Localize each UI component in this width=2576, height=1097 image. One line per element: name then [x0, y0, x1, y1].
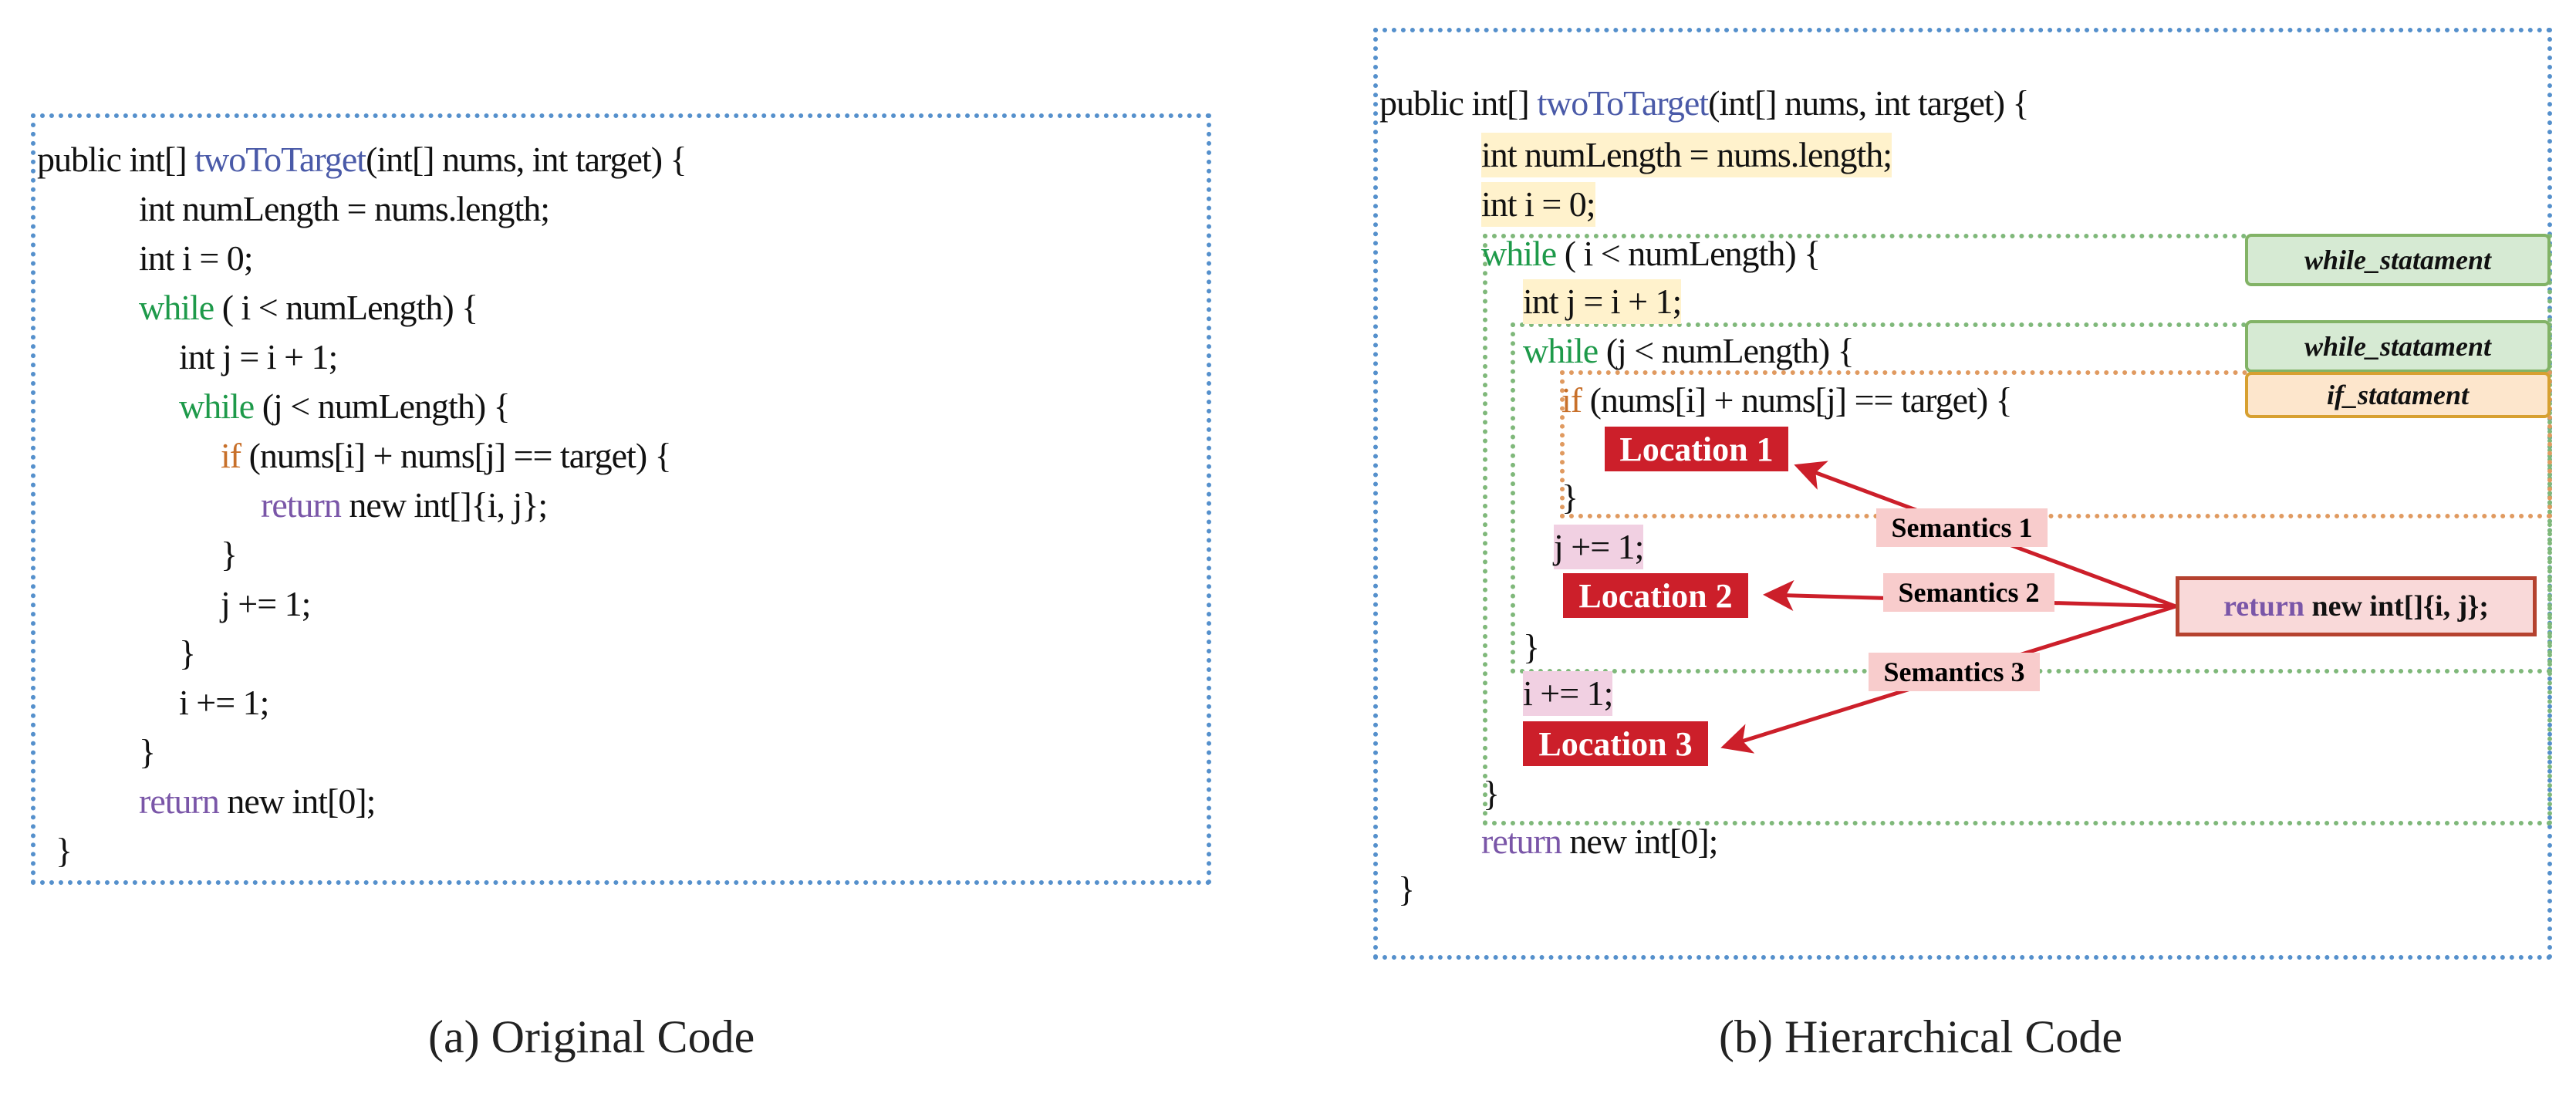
- semantics-1-label: Semantics 1: [1876, 508, 2048, 547]
- inserted-return-statement: return new int[]{i, j};: [2176, 576, 2537, 636]
- semantics-3-label: Semantics 3: [1869, 653, 2040, 691]
- semantics-2-label: Semantics 2: [1883, 573, 2054, 612]
- location-1-marker: Location 1: [1605, 427, 1788, 471]
- hierarchical-code-caption: (b) Hierarchical Code: [1719, 1011, 2123, 1062]
- return-keyword: return: [2223, 590, 2304, 623]
- location-3-marker: Location 3: [1523, 721, 1708, 766]
- location-2-marker: Location 2: [1563, 573, 1748, 618]
- return-statement-rest: new int[]{i, j};: [2304, 590, 2489, 623]
- semantic-arrows: [1720, 461, 2176, 754]
